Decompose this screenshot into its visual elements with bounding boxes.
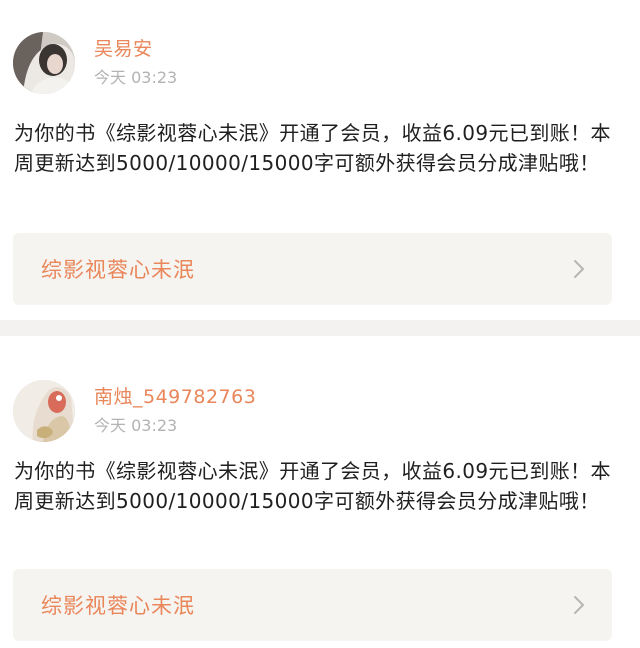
- book-link-button[interactable]: 综影视蓉心未泯: [13, 233, 612, 305]
- notification-card: 吴易安 今天 03:23 为你的书《综影视蓉心未泯》开通了会员，收益6.09元已…: [0, 0, 640, 320]
- book-link-button[interactable]: 综影视蓉心未泯: [13, 569, 612, 641]
- user-meta: 吴易安 今天 03:23: [94, 37, 177, 89]
- user-avatar-photo-icon: [13, 32, 75, 94]
- book-title: 综影视蓉心未泯: [41, 258, 195, 282]
- chevron-right-icon: [574, 260, 584, 278]
- avatar[interactable]: [13, 32, 75, 94]
- chevron-right-icon: [574, 596, 584, 614]
- timestamp: 今天 03:23: [94, 416, 178, 435]
- notification-message: 为你的书《综影视蓉心未泯》开通了会员，收益6.09元已到账！本周更新达到5000…: [14, 459, 611, 513]
- notification-header: 吴易安 今天 03:23: [13, 32, 177, 94]
- notification-card: 南烛_549782763 今天 03:23 为你的书《综影视蓉心未泯》开通了会员…: [0, 336, 640, 648]
- username[interactable]: 南烛_549782763: [94, 385, 256, 409]
- book-title: 综影视蓉心未泯: [41, 594, 195, 618]
- section-divider: [0, 320, 640, 336]
- notification-message: 为你的书《综影视蓉心未泯》开通了会员，收益6.09元已到账！本周更新达到5000…: [14, 121, 611, 175]
- notification-list: 吴易安 今天 03:23 为你的书《综影视蓉心未泯》开通了会员，收益6.09元已…: [0, 0, 640, 648]
- avatar[interactable]: [13, 380, 75, 442]
- notification-header: 南烛_549782763 今天 03:23: [13, 380, 256, 442]
- user-meta: 南烛_549782763 今天 03:23: [94, 385, 256, 437]
- user-avatar-photo-icon: [13, 380, 75, 442]
- username[interactable]: 吴易安: [94, 37, 177, 61]
- timestamp: 今天 03:23: [94, 68, 178, 87]
